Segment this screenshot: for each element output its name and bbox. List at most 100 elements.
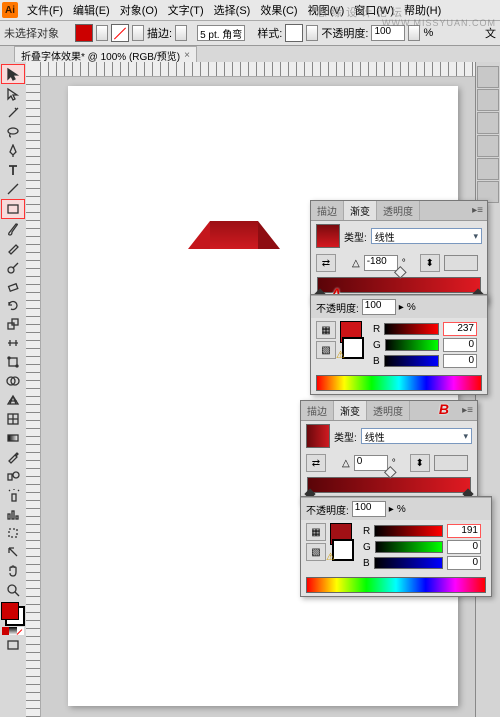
- spectrum-a[interactable]: [316, 375, 482, 391]
- gradient-slider-a[interactable]: [317, 277, 481, 293]
- menu-edit[interactable]: 编辑(E): [68, 2, 115, 18]
- r-slider-b[interactable]: [374, 525, 443, 537]
- b-value-b[interactable]: 0: [447, 556, 481, 570]
- hand-tool[interactable]: [2, 562, 24, 580]
- eraser-tool[interactable]: [2, 277, 24, 295]
- panel-icon-1[interactable]: [477, 66, 499, 88]
- menu-type[interactable]: 文字(T): [163, 2, 209, 18]
- gradient-slider-b[interactable]: [307, 477, 471, 493]
- gradient-preview-b[interactable]: [306, 424, 330, 448]
- menu-object[interactable]: 对象(O): [115, 2, 163, 18]
- g-slider-b[interactable]: [375, 541, 443, 553]
- menu-select[interactable]: 选择(S): [209, 2, 256, 18]
- column-graph-tool[interactable]: [2, 505, 24, 523]
- g-value-b[interactable]: 0: [447, 540, 481, 554]
- stroke-preview-a[interactable]: [342, 337, 364, 359]
- panel-icon-4[interactable]: [477, 135, 499, 157]
- mesh-tool[interactable]: [2, 410, 24, 428]
- opacity-arrow-a[interactable]: ▸: [399, 302, 404, 313]
- panel-b-menu-icon[interactable]: ▸≡: [458, 405, 477, 416]
- close-tab-icon[interactable]: ×: [184, 50, 190, 61]
- blob-brush-tool[interactable]: [2, 258, 24, 276]
- tab-transparency-b[interactable]: 透明度: [367, 401, 410, 420]
- paintbrush-tool[interactable]: [2, 220, 24, 238]
- opacity-input-b[interactable]: 100: [352, 501, 386, 517]
- type-tool[interactable]: [2, 161, 24, 179]
- opacity-input-a[interactable]: 100: [362, 299, 396, 315]
- reverse-gradient-b[interactable]: ⇄: [306, 454, 326, 472]
- panel-a-icon-1[interactable]: ▦: [316, 321, 336, 339]
- fill-swatch[interactable]: [75, 24, 93, 42]
- width-tool[interactable]: [2, 334, 24, 352]
- pencil-tool[interactable]: [2, 239, 24, 257]
- gradient-tool[interactable]: [2, 429, 24, 447]
- blend-tool[interactable]: [2, 467, 24, 485]
- lasso-tool[interactable]: [2, 123, 24, 141]
- stroke-weight-dropdown[interactable]: [175, 25, 187, 41]
- color-mode-buttons[interactable]: [2, 627, 24, 635]
- b-slider-a[interactable]: [384, 355, 439, 367]
- panel-b-icon-2[interactable]: ▧: [306, 543, 326, 561]
- selection-status: 未选择对象: [4, 25, 59, 41]
- panel-icon-3[interactable]: [477, 112, 499, 134]
- fill-dropdown[interactable]: [96, 25, 108, 41]
- direct-selection-tool[interactable]: [2, 85, 24, 103]
- r-value-a[interactable]: 237: [443, 322, 477, 336]
- rectangle-tool[interactable]: [1, 199, 25, 219]
- angle-input-b[interactable]: 0: [354, 455, 388, 471]
- symbol-sprayer-tool[interactable]: [2, 486, 24, 504]
- panel-a-icon-2[interactable]: ▧: [316, 341, 336, 359]
- r-slider-a[interactable]: [384, 323, 439, 335]
- g-value-a[interactable]: 0: [443, 338, 477, 352]
- aspect-ratio-a[interactable]: ⬍: [420, 254, 440, 272]
- artboard[interactable]: [68, 86, 458, 706]
- fill-stroke-indicator[interactable]: [1, 602, 25, 626]
- panel-icon-5[interactable]: [477, 158, 499, 180]
- slice-tool[interactable]: [2, 543, 24, 561]
- tab-gradient-a[interactable]: 渐变: [344, 201, 377, 220]
- eyedropper-tool[interactable]: [2, 448, 24, 466]
- r-value-b[interactable]: 191: [447, 524, 481, 538]
- aspect-ratio-b[interactable]: ⬍: [410, 454, 430, 472]
- tab-stroke-a[interactable]: 描边: [311, 201, 344, 220]
- stroke-swatch[interactable]: [111, 24, 129, 42]
- artboard-tool[interactable]: [2, 524, 24, 542]
- tab-stroke-b[interactable]: 描边: [301, 401, 334, 420]
- magic-wand-tool[interactable]: [2, 104, 24, 122]
- style-swatch[interactable]: [285, 24, 303, 42]
- stroke-weight-value[interactable]: 5 pt. 角弯: [197, 25, 245, 41]
- menu-help[interactable]: 帮助(H): [399, 2, 446, 18]
- b-slider-b[interactable]: [374, 557, 443, 569]
- shape-builder-tool[interactable]: [2, 372, 24, 390]
- screen-mode-button[interactable]: [2, 636, 24, 654]
- gradient-type-select-b[interactable]: 线性: [361, 428, 472, 444]
- b-value-a[interactable]: 0: [443, 354, 477, 368]
- tab-gradient-b[interactable]: 渐变: [334, 401, 367, 420]
- panel-icon-2[interactable]: [477, 89, 499, 111]
- spectrum-b[interactable]: [306, 577, 486, 593]
- style-dropdown[interactable]: [306, 25, 318, 41]
- gradient-preview-a[interactable]: [316, 224, 340, 248]
- tab-transparency-a[interactable]: 透明度: [377, 201, 420, 220]
- g-slider-a[interactable]: [385, 339, 439, 351]
- menu-effect[interactable]: 效果(C): [255, 2, 302, 18]
- free-transform-tool[interactable]: [2, 353, 24, 371]
- menu-file[interactable]: 文件(F): [22, 2, 68, 18]
- ruler-horizontal[interactable]: [40, 62, 500, 77]
- rotate-tool[interactable]: [2, 296, 24, 314]
- panel-a-menu-icon[interactable]: ▸≡: [468, 205, 487, 216]
- opacity-arrow-b[interactable]: ▸: [389, 504, 394, 515]
- selection-tool[interactable]: [1, 64, 25, 84]
- gradient-type-select-a[interactable]: 线性: [371, 228, 482, 244]
- reverse-gradient-a[interactable]: ⇄: [316, 254, 336, 272]
- ruler-vertical[interactable]: [26, 76, 41, 717]
- pen-tool[interactable]: [2, 142, 24, 160]
- zoom-tool[interactable]: [2, 581, 24, 599]
- line-tool[interactable]: [2, 180, 24, 198]
- panel-b-icon-1[interactable]: ▦: [306, 523, 326, 541]
- stroke-preview-b[interactable]: [332, 539, 354, 561]
- stroke-dropdown[interactable]: [132, 25, 144, 41]
- perspective-grid-tool[interactable]: [2, 391, 24, 409]
- scale-tool[interactable]: [2, 315, 24, 333]
- angle-input-a[interactable]: -180: [364, 255, 398, 271]
